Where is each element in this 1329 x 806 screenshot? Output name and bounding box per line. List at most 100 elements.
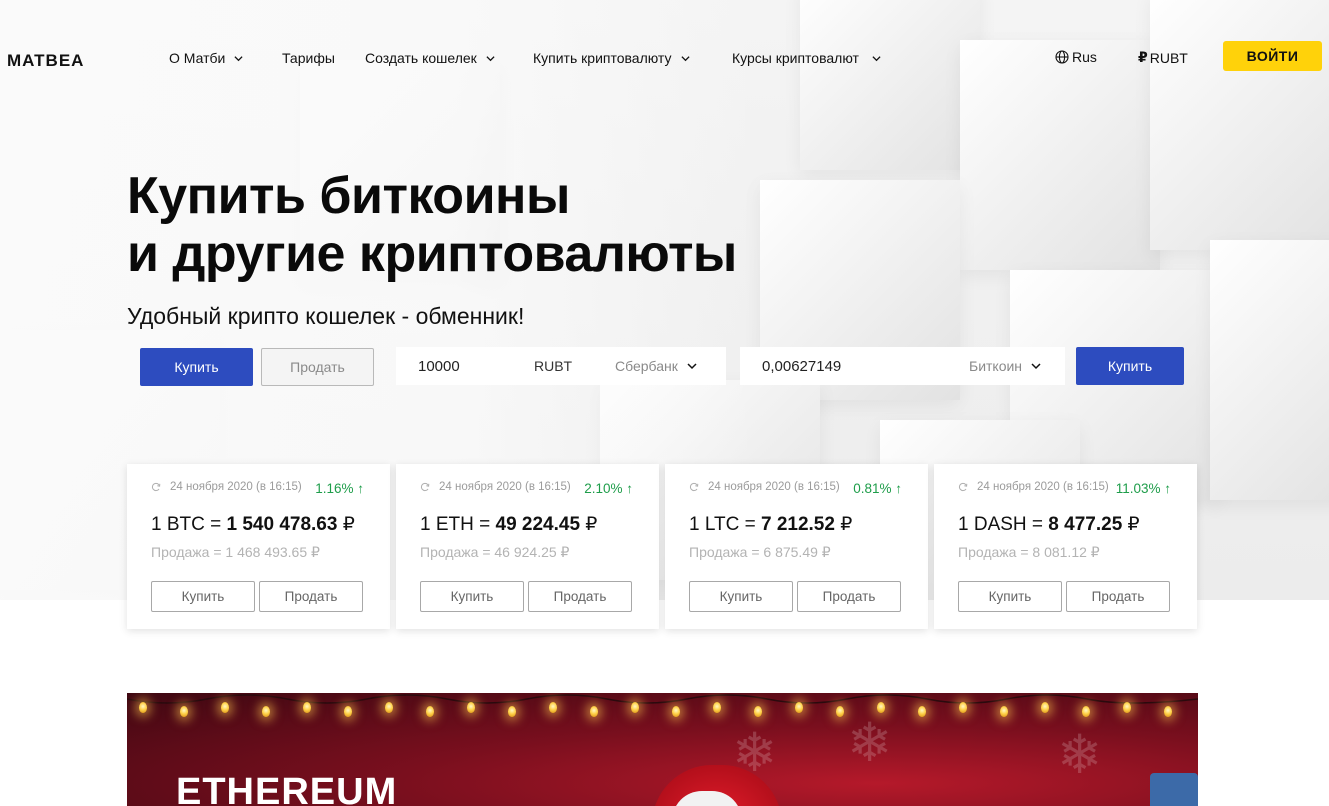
garland-bulb — [631, 702, 639, 713]
rate-currency: ₽ — [834, 514, 853, 535]
garland-bulb — [303, 702, 311, 713]
site-header: MATBEA О Матби Тарифы Создать кошелек Ку… — [0, 0, 1329, 115]
rate-change: 11.03% ↑ — [1115, 481, 1171, 496]
rate-timestamp: 24 ноября 2020 (в 16:15) — [958, 481, 1109, 493]
garland-bulb — [1082, 706, 1090, 717]
nav-item-label: Купить криптовалюту — [533, 50, 672, 66]
page-subtitle: Удобный крипто кошелек - обменник! — [127, 303, 525, 329]
rate-card: 24 ноября 2020 (в 16:15) 2.10% ↑ 1 ETH = 4… — [396, 464, 659, 629]
crypto-select[interactable]: Биткоин — [969, 358, 1041, 374]
chevron-down-icon — [680, 55, 690, 61]
page-title: Купить биткоины и другие криптовалюты — [127, 167, 827, 283]
snowflake-icon: ❄ — [847, 713, 893, 773]
garland-bulb — [836, 706, 844, 717]
currency-label: RUBT — [1149, 49, 1188, 66]
garland-bulb — [180, 706, 188, 717]
garland-wire — [127, 694, 1198, 704]
login-button[interactable]: ВОЙТИ — [1223, 41, 1322, 71]
rate-price: 1 540 478.63 — [226, 514, 338, 535]
card-sell-button[interactable]: Продать — [259, 581, 363, 612]
garland-bulb — [549, 702, 557, 713]
rate-unit: 1 BTC = — [151, 514, 227, 535]
rate-price: 7 212.52 — [760, 514, 835, 535]
refresh-icon — [420, 482, 430, 492]
garland-bulb — [590, 706, 598, 717]
payment-method-label: Сбербанк — [615, 358, 678, 374]
page-title-line-1: Купить биткоины — [127, 167, 570, 225]
rate-sell-price: Продажа = 6 875.49 ₽ — [689, 544, 831, 560]
nav-item-crypto-rates[interactable]: Курсы криптовалют — [732, 50, 881, 66]
garland-bulb — [713, 702, 721, 713]
rate-value: 1 LTC = 7 212.52 ₽ — [689, 513, 852, 536]
page-title-line-2: и другие криптовалюты — [127, 225, 737, 283]
globe-icon — [1055, 50, 1069, 64]
nav-item-about[interactable]: О Матби — [169, 50, 282, 66]
chevron-down-icon — [1031, 363, 1041, 370]
rate-currency: ₽ — [580, 514, 598, 535]
garland-bulb — [754, 706, 762, 717]
nav-item-create-wallet[interactable]: Создать кошелек — [365, 50, 533, 66]
rate-timestamp-text: 24 ноября 2020 (в 16:15) — [977, 481, 1109, 493]
nav-item-buy-crypto[interactable]: Купить криптовалюту — [533, 50, 732, 66]
payment-method-select[interactable]: Сбербанк — [615, 358, 697, 374]
refresh-icon — [151, 482, 161, 492]
card-sell-button[interactable]: Продать — [1066, 581, 1170, 612]
card-sell-button[interactable]: Продать — [797, 581, 901, 612]
tab-buy[interactable]: Купить — [140, 348, 253, 386]
garland-bulb — [508, 706, 516, 717]
amount-field[interactable]: 10000 RUBT Сбербанк — [396, 347, 726, 385]
refresh-icon — [958, 482, 968, 492]
rate-value: 1 BTC = 1 540 478.63 ₽ — [151, 513, 355, 536]
result-amount-value[interactable]: 0,00627149 — [762, 358, 841, 375]
amount-currency: RUBT — [534, 358, 573, 374]
rate-sell-price: Продажа = 46 924.25 ₽ — [420, 544, 570, 560]
rate-value: 1 ETH = 49 224.45 ₽ — [420, 513, 597, 536]
garland-bulb — [139, 702, 147, 713]
rate-card: 24 ноября 2020 (в 16:15) 0.81% ↑ 1 LTC = 7… — [665, 464, 928, 629]
amount-input-value[interactable]: 10000 — [418, 358, 460, 375]
card-buy-button[interactable]: Купить — [689, 581, 793, 612]
card-buy-button[interactable]: Купить — [151, 581, 255, 612]
rate-timestamp: 24 ноября 2020 (в 16:15) — [151, 481, 302, 493]
garland-bulb — [426, 706, 434, 717]
card-buy-button[interactable]: Купить — [958, 581, 1062, 612]
nav-item-label: Создать кошелек — [365, 50, 477, 66]
result-field[interactable]: 0,00627149 Биткоин — [740, 347, 1065, 385]
rate-price: 8 477.25 — [1048, 514, 1123, 535]
language-label: Rus — [1072, 49, 1097, 65]
garland-bulb — [1123, 702, 1131, 713]
tab-sell[interactable]: Продать — [261, 348, 374, 386]
rate-change: 1.16% ↑ — [315, 481, 364, 496]
rate-value: 1 DASH = 8 477.25 ₽ — [958, 513, 1140, 536]
logo[interactable]: MATBEA — [7, 51, 84, 71]
nav-item-tariffs[interactable]: Тарифы — [282, 50, 365, 66]
nav-item-label: О Матби — [169, 50, 226, 66]
garland-bulb — [672, 706, 680, 717]
rate-timestamp-text: 24 ноября 2020 (в 16:15) — [439, 481, 571, 493]
card-buy-button[interactable]: Купить — [420, 581, 524, 612]
rate-unit: 1 ETH = — [420, 514, 496, 535]
exchange-buy-button[interactable]: Купить — [1076, 347, 1184, 385]
refresh-icon — [689, 482, 699, 492]
rate-price: 49 224.45 — [495, 514, 581, 535]
garland-bulb — [1041, 702, 1049, 713]
ruble-icon: ₽ — [1138, 49, 1148, 65]
language-selector[interactable]: Rus — [1055, 49, 1097, 65]
crypto-select-label: Биткоин — [969, 358, 1023, 374]
card-sell-button[interactable]: Продать — [528, 581, 632, 612]
garland-bulb — [959, 702, 967, 713]
promo-banner[interactable]: ❄ ❄ ❄ ETHEREUM — [127, 693, 1198, 806]
rate-sell-price: Продажа = 8 081.12 ₽ — [958, 544, 1100, 560]
garland-bulb — [344, 706, 352, 717]
garland-bulb — [221, 702, 229, 713]
currency-selector[interactable]: ₽ RUBT — [1138, 49, 1188, 66]
rate-unit: 1 DASH = — [958, 514, 1049, 535]
rate-timestamp: 24 ноября 2020 (в 16:15) — [420, 481, 571, 493]
banner-title: ETHEREUM — [176, 771, 398, 806]
garland-bulb — [467, 702, 475, 713]
rate-currency: ₽ — [1122, 514, 1140, 535]
rate-card: 24 ноября 2020 (в 16:15) 11.03% ↑ 1 DASH =… — [934, 464, 1197, 629]
nav-item-label: Тарифы — [282, 50, 335, 66]
chevron-down-icon — [872, 55, 881, 61]
rate-timestamp-text: 24 ноября 2020 (в 16:15) — [170, 481, 302, 493]
